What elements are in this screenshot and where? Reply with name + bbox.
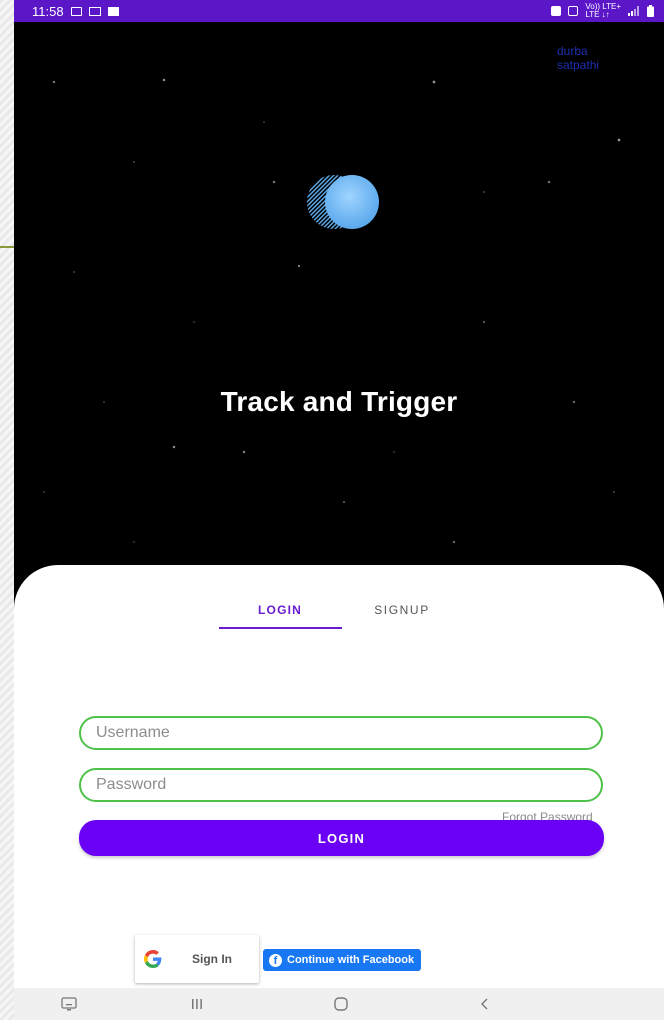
app-title: Track and Trigger — [220, 386, 458, 417]
home-button[interactable] — [326, 988, 356, 1020]
facebook-login-button[interactable]: f Continue with Facebook — [263, 949, 421, 971]
status-right: Vo)) LTE+ LTE ↓↑ — [551, 3, 654, 19]
facebook-login-label: Continue with Facebook — [287, 954, 415, 966]
status-bar: 11:58 Vo)) LTE+ LTE ↓↑ — [14, 0, 664, 22]
gallery-icon — [70, 6, 82, 16]
google-sign-in-button[interactable]: Sign In — [135, 935, 259, 983]
video-icon — [88, 6, 101, 16]
phone-screen: 11:58 Vo)) LTE+ LTE ↓↑ durba satpathi Tr… — [14, 0, 664, 1020]
watermark-text: durba satpathi — [557, 44, 647, 72]
keyboard-icon — [61, 997, 77, 1011]
watermark-line-1: durba — [557, 44, 588, 58]
google-sign-in-label: Sign In — [192, 952, 232, 966]
facebook-icon: f — [269, 953, 282, 967]
network-label-bottom: LTE ↓↑ — [585, 10, 610, 19]
recent-apps-icon — [192, 999, 202, 1009]
recent-apps-button[interactable] — [182, 988, 212, 1020]
keyboard-button[interactable] — [54, 988, 84, 1020]
planet-logo-icon — [307, 175, 379, 229]
auth-tabs: LOGIN SIGNUP — [14, 603, 664, 631]
watermark-line-2: satpathi — [557, 58, 600, 72]
checkbox-icon — [107, 6, 119, 16]
edge-line — [0, 246, 14, 248]
username-input[interactable] — [79, 716, 603, 750]
signal-icon — [628, 6, 639, 16]
mute-icon — [568, 6, 579, 16]
back-button[interactable] — [470, 988, 500, 1020]
login-button[interactable]: LOGIN — [79, 820, 604, 856]
google-icon — [144, 950, 162, 968]
back-icon — [481, 998, 488, 1010]
tab-signup[interactable]: SIGNUP — [341, 603, 463, 617]
left-edge-strip — [0, 0, 14, 1020]
password-input[interactable] — [79, 768, 603, 802]
status-left: 11:58 — [32, 4, 119, 19]
alarm-icon — [551, 6, 562, 16]
volte-lte-icon: Vo)) LTE+ LTE ↓↑ — [585, 3, 621, 19]
status-time: 11:58 — [32, 3, 64, 19]
active-tab-indicator — [219, 627, 342, 629]
battery-icon — [647, 5, 654, 17]
tab-login[interactable]: LOGIN — [219, 603, 341, 617]
auth-card: LOGIN SIGNUP Forgot Password LOGIN — [14, 565, 664, 995]
system-nav-bar — [14, 988, 664, 1020]
home-icon — [334, 997, 348, 1011]
starfield-background — [14, 22, 664, 642]
